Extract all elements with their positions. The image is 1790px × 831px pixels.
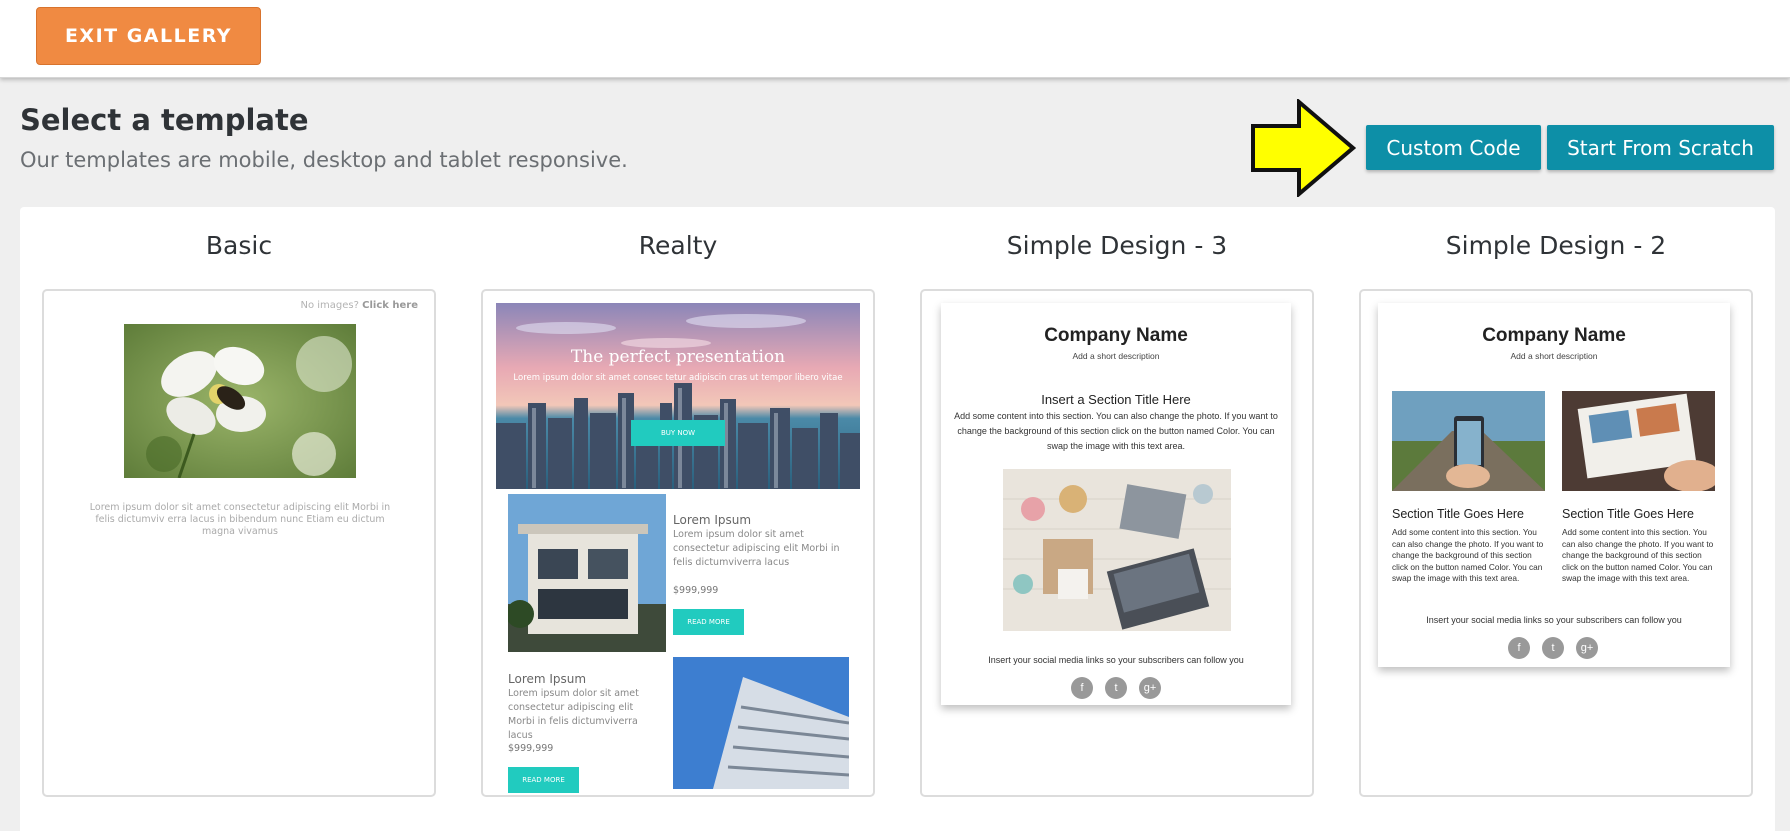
template-title: Simple Design - 2 xyxy=(1445,231,1667,260)
modern-house-image xyxy=(508,494,666,652)
column-title: Section Title Goes Here xyxy=(1392,507,1525,521)
column-text: Add some content into this section. You … xyxy=(1562,527,1714,583)
start-from-scratch-button[interactable]: Start From Scratch xyxy=(1547,125,1774,170)
twitter-icon: t xyxy=(1105,677,1127,699)
google-plus-icon: g+ xyxy=(1576,637,1598,659)
apartment-building-image xyxy=(673,657,849,789)
template-preview-simple-design-2[interactable]: Company Name Add a short description Sec… xyxy=(1359,289,1753,797)
workspace-desk-image xyxy=(1003,469,1231,631)
template-title: Realty xyxy=(638,231,718,260)
listing-title: Lorem Ipsum xyxy=(508,672,587,686)
custom-code-button[interactable]: Custom Code xyxy=(1366,125,1541,170)
company-name: Company Name xyxy=(1482,325,1626,346)
photos-in-hand-image xyxy=(1562,391,1715,491)
top-bar: EXIT GALLERY xyxy=(0,0,1790,78)
click-here-link[interactable]: Click here xyxy=(362,300,418,311)
template-title: Basic xyxy=(205,231,273,260)
listing-text: Lorem ipsum dolor sit amet consectetur a… xyxy=(673,529,840,568)
facebook-icon: f xyxy=(1508,637,1530,659)
exit-gallery-button[interactable]: EXIT GALLERY xyxy=(36,7,261,65)
company-name: Company Name xyxy=(1044,325,1188,346)
realty-hero-subtitle: Lorem ipsum dolor sit amet consec tetur … xyxy=(513,373,843,383)
template-preview-realty[interactable]: The perfect presentation Lorem ipsum dol… xyxy=(481,289,875,797)
email-page: Company Name Add a short description Sec… xyxy=(1378,303,1730,667)
listing-title: Lorem Ipsum xyxy=(673,513,752,527)
realty-hero-title: The perfect presentation xyxy=(570,347,786,367)
read-more-button: READ MORE xyxy=(673,609,744,635)
page-title: Select a template xyxy=(20,103,309,137)
listing-price: $999,999 xyxy=(508,743,554,754)
facebook-icon: f xyxy=(1071,677,1093,699)
basic-body-text: Lorem ipsum dolor sit amet consectetur a… xyxy=(89,502,391,537)
template-title: Simple Design - 3 xyxy=(1006,231,1228,260)
twitter-icon: t xyxy=(1542,637,1564,659)
realty-hero: The perfect presentation Lorem ipsum dol… xyxy=(496,303,860,489)
email-page: Company Name Add a short description Ins… xyxy=(941,303,1291,705)
template-gallery: Basic No images? Click here Lorem ipsum … xyxy=(20,207,1775,831)
flower-bee-image xyxy=(124,324,356,478)
template-preview-basic[interactable]: No images? Click here Lorem ipsum dolor … xyxy=(42,289,436,797)
column-text: Add some content into this section. You … xyxy=(1392,527,1544,583)
company-description: Add a short description xyxy=(1510,351,1598,361)
social-text: Insert your social media links so your s… xyxy=(1426,615,1682,625)
section-text: Add some content into this section. You … xyxy=(954,411,1278,451)
read-more-button: READ MORE xyxy=(508,767,579,793)
page-subtitle: Our templates are mobile, desktop and ta… xyxy=(20,148,628,172)
social-text: Insert your social media links so your s… xyxy=(988,655,1244,665)
column-title: Section Title Goes Here xyxy=(1562,507,1695,521)
city-skyline-image xyxy=(496,303,860,489)
listing-price: $999,999 xyxy=(673,585,719,596)
template-preview-simple-design-3[interactable]: Company Name Add a short description Ins… xyxy=(920,289,1314,797)
listing-text: Lorem ipsum dolor sit amet consectetur a… xyxy=(508,688,639,741)
section-title: Insert a Section Title Here xyxy=(1041,392,1191,407)
yellow-arrow-icon xyxy=(1251,99,1356,197)
no-images-text: No images? xyxy=(300,300,359,311)
phone-landscape-image xyxy=(1392,391,1545,491)
buy-now-button: BUY NOW xyxy=(631,420,725,446)
google-plus-icon: g+ xyxy=(1139,677,1161,699)
company-description: Add a short description xyxy=(1072,351,1160,361)
no-images-link[interactable]: No images? Click here xyxy=(300,300,418,311)
